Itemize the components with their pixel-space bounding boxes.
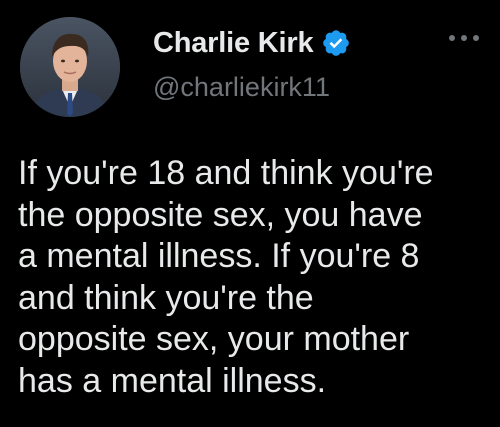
avatar[interactable] (20, 17, 120, 117)
tweet-card: Charlie Kirk @charliekirk11 If you're 18… (0, 0, 500, 427)
author-name-row: Charlie Kirk (153, 22, 351, 64)
tweet-text: If you're 18 and think you're the opposi… (18, 154, 434, 400)
profile-photo (20, 17, 120, 117)
author-handle[interactable]: @charliekirk11 (153, 72, 330, 103)
verified-badge-icon (321, 28, 351, 58)
author-display-name[interactable]: Charlie Kirk (153, 27, 314, 60)
more-options-icon[interactable] (446, 30, 482, 46)
